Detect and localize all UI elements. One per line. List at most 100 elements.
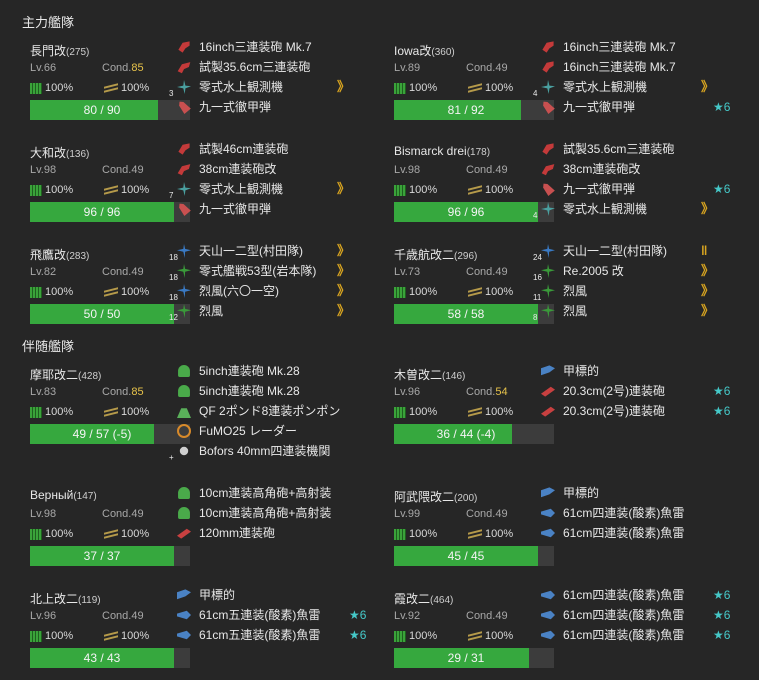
equipment-slot[interactable]: 61cm四連装(酸素)魚雷 — [541, 503, 726, 523]
cond-value: 49 — [495, 62, 508, 74]
equipment-slot[interactable]: 18 零式艦戦53型(岩本隊) 》 — [169, 261, 362, 282]
ship-name[interactable]: Bismarck drei(178) — [394, 144, 490, 158]
ship-card[interactable]: 摩耶改二(428) Lv.83 Cond.85 100% 100% 49 / 57 (-5… — [22, 364, 362, 466]
ship-level: Lv.92 — [394, 610, 421, 622]
ship-card[interactable]: Iowa改(360) Lv.89 Cond.49 100% 100% 81 / 92 16i… — [386, 40, 730, 142]
equipment-slot[interactable]: 九一式徹甲弾 ★6 — [538, 179, 730, 199]
equipment-slot[interactable]: 甲標的 — [541, 483, 726, 503]
ship-card[interactable]: Верный(147) Lv.98 Cond.49 100% 100% 37 / 37 10… — [22, 486, 362, 588]
ship-level: Lv.98 — [30, 508, 57, 520]
equipment-slot[interactable]: 61cm五連装(酸素)魚雷 ★6 — [177, 625, 366, 645]
equipment-slot[interactable]: 甲標的 — [177, 585, 362, 605]
ship-card[interactable]: 長門改(275) Lv.66 Cond.85 100% 100% 80 / 90 16inc… — [22, 40, 362, 142]
ship-id: (200) — [454, 493, 478, 504]
equipment-slot[interactable]: 九一式徹甲弾 — [177, 199, 362, 219]
equipment-slot[interactable]: 61cm四連装(酸素)魚雷 — [541, 523, 726, 543]
hp-text: 96 / 96 — [447, 205, 485, 219]
ship-name[interactable]: 霞改二(464) — [394, 590, 453, 607]
improvement-level: ★6 — [713, 588, 731, 602]
equipment-slot[interactable]: 試製35.6cm三連装砲 — [177, 57, 362, 77]
equipment-slot[interactable]: 18 天山一二型(村田隊) 》 — [169, 241, 362, 262]
ship-name[interactable]: 摩耶改二(428) — [30, 366, 101, 383]
equipment-slot[interactable]: 16inch三連装砲 Mk.7 — [541, 37, 726, 57]
ship-card[interactable]: 飛鷹改(283) Lv.82 Cond.49 100% 100% 50 / 50 18 天山一… — [22, 243, 362, 346]
ship-name[interactable]: 大和改(136) — [30, 144, 89, 161]
equipment-slot[interactable]: 18 烈風(六〇一空) 》 — [169, 281, 362, 302]
fuel-icon — [394, 406, 406, 418]
hp-bar: 96 / 96 — [394, 202, 554, 222]
mainred-icon — [178, 41, 190, 53]
equipment-slot[interactable]: FuMO25 レーダー — [177, 421, 362, 441]
ammo-value: 100% — [121, 82, 150, 94]
ship-name[interactable]: 木曽改二(146) — [394, 366, 465, 383]
ship-card[interactable]: 大和改(136) Lv.98 Cond.49 100% 100% 96 / 96 試製46c… — [22, 142, 362, 244]
ship-name[interactable]: 千歳航改二(296) — [394, 246, 477, 263]
ammo-value: 100% — [485, 286, 514, 298]
equipment-slot[interactable]: 10cm連装高角砲+高射装 — [177, 483, 362, 503]
equipment-slot[interactable]: 61cm四連装(酸素)魚雷 ★6 — [541, 605, 730, 625]
equipment-slot[interactable]: 10cm連装高角砲+高射装 — [177, 503, 362, 523]
ammo-icon — [104, 84, 118, 92]
equipment-slot[interactable]: 61cm四連装(酸素)魚雷 ★6 — [541, 625, 730, 645]
apshell-icon — [174, 199, 194, 219]
cond-label: Cond. — [102, 62, 132, 74]
equipment-list: 試製46cm連装砲 38cm連装砲改 7 零式水上観測機 》九一式徹甲弾 — [169, 139, 362, 219]
equipment-slot[interactable]: 16inch三連装砲 Mk.7 — [177, 37, 362, 57]
torpbomber-icon — [177, 284, 191, 298]
equipment-slot[interactable]: 5inch連装砲 Mk.28 — [177, 361, 362, 381]
equipment-slot[interactable]: 九一式徹甲弾 — [177, 97, 362, 117]
equipment-slot[interactable]: 20.3cm(2号)連装砲 ★6 — [541, 401, 730, 421]
ship-name[interactable]: 阿武隈改二(200) — [394, 488, 477, 505]
ship-level: Lv.98 — [30, 164, 57, 176]
equipment-slot[interactable]: 38cm連装砲改 — [541, 159, 726, 179]
equipment-slot[interactable]: 20.3cm(2号)連装砲 ★6 — [541, 381, 730, 401]
hp-text: 81 / 92 — [447, 103, 485, 117]
equipment-slot[interactable]: 5inch連装砲 Mk.28 — [177, 381, 362, 401]
fuel-icon — [30, 286, 42, 298]
equipment-slot[interactable]: + Bofors 40mm四連装機関 — [169, 441, 362, 462]
proficiency-icon: 》 — [337, 263, 350, 278]
equipment-name: 20.3cm(2号)連装砲 — [563, 384, 666, 398]
equipment-slot[interactable]: 3 零式水上観測機 》 — [169, 77, 362, 98]
ship-card[interactable]: 阿武隈改二(200) Lv.99 Cond.49 100% 100% 45 / 45 甲標的… — [386, 486, 726, 588]
ship-card[interactable]: 木曽改二(146) Lv.96 Cond.54 100% 100% 36 / 44 (-4… — [386, 364, 730, 466]
equipment-slot[interactable]: 4 零式水上観測機 》 — [533, 199, 726, 220]
equipment-slot[interactable]: 試製35.6cm三連装砲 — [541, 139, 726, 159]
ship-card[interactable]: 北上改二(119) Lv.96 Cond.49 100% 100% 43 / 43 甲標的 6… — [22, 588, 366, 680]
equipment-slot[interactable]: 12 烈風 》 — [169, 301, 362, 322]
ammo-icon — [468, 632, 482, 640]
ship-name[interactable]: 飛鷹改(283) — [30, 246, 89, 263]
equipment-slot[interactable]: 8 烈風 》 — [533, 301, 726, 322]
equipment-slot[interactable]: 試製46cm連装砲 — [177, 139, 362, 159]
ship-name[interactable]: Iowa改(360) — [394, 42, 455, 59]
equipment-name: FuMO25 レーダー — [199, 424, 298, 438]
ship-name[interactable]: Верный(147) — [30, 488, 97, 502]
equipment-slot[interactable]: 16inch三連装砲 Mk.7 — [541, 57, 726, 77]
ship-card[interactable]: 霞改二(464) Lv.92 Cond.49 100% 100% 29 / 31 61cm四… — [386, 588, 730, 680]
equipment-slot[interactable]: 7 零式水上観測機 》 — [169, 179, 362, 200]
equipment-slot[interactable]: 120mm連装砲 — [177, 523, 362, 543]
ship-card[interactable]: 千歳航改二(296) Lv.73 Cond.49 100% 100% 58 / 58 24 天… — [386, 243, 726, 346]
torpedo-icon — [541, 630, 555, 640]
equipment-slot[interactable]: 61cm五連装(酸素)魚雷 ★6 — [177, 605, 366, 625]
ammo-icon — [468, 288, 482, 296]
ship-name[interactable]: 長門改(275) — [30, 42, 89, 59]
ship-name[interactable]: 北上改二(119) — [30, 590, 101, 607]
equipment-slot[interactable]: 61cm四連装(酸素)魚雷 ★6 — [541, 585, 730, 605]
ship-card[interactable]: Bismarck drei(178) Lv.98 Cond.49 100% 100% 96… — [386, 142, 730, 244]
ammo-icon — [468, 84, 482, 92]
fighter-icon — [177, 264, 191, 278]
equipment-slot[interactable]: 4 零式水上観測機 》 — [533, 77, 726, 98]
ship-fuel: 100% — [30, 286, 73, 298]
equipment-slot[interactable]: 九一式徹甲弾 ★6 — [541, 97, 730, 117]
equipment-slot[interactable]: 24 天山一二型(村田隊) ‖ — [533, 241, 726, 262]
equipment-slot[interactable]: 11 烈風》 — [533, 281, 726, 302]
apshell-icon — [538, 179, 558, 199]
equipment-slot[interactable]: QF 2ポンド8連装ポンポン — [177, 401, 362, 421]
improvement-level: ★6 — [713, 404, 731, 418]
equipment-slot[interactable]: 16 Re.2005 改》 — [533, 261, 726, 282]
equipment-slot[interactable]: 38cm連装砲改 — [177, 159, 362, 179]
ship-ammo: 100% — [104, 406, 149, 418]
equipment-slot[interactable]: 甲標的 — [541, 361, 726, 381]
hp-text: 58 / 58 — [447, 307, 485, 321]
